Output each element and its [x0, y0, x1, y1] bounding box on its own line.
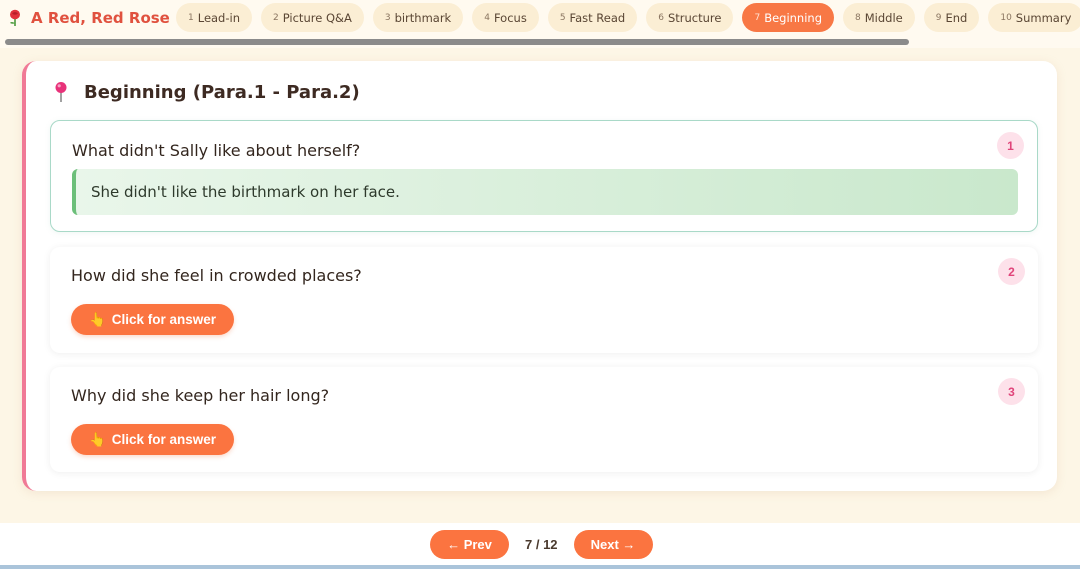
- section-tabs: 1 Lead-in 2 Picture Q&A 3 birthmark 4 Focus …: [176, 3, 1080, 32]
- tab-birthmark[interactable]: 3 birthmark: [372, 3, 464, 32]
- app-title: A Red, Red Rose: [31, 9, 170, 27]
- question-card-3: Why did she keep her hair long? 3 👆 Clic…: [50, 367, 1038, 472]
- answer-box: She didn't like the birthmark on her fac…: [72, 169, 1018, 215]
- question-number-badge: 2: [998, 258, 1025, 285]
- question-card-2: How did she feel in crowded places? 2 👆 …: [50, 247, 1038, 353]
- tab-fast-read[interactable]: 5 Fast Read: [547, 3, 638, 32]
- pager: ← Prev 7 / 12 Next →: [430, 530, 653, 559]
- tab-lead-in[interactable]: 1 Lead-in: [176, 3, 252, 32]
- footer-bar: ← Prev 7 / 12 Next →: [0, 523, 1080, 569]
- page-counter: 7 / 12: [525, 537, 558, 552]
- next-button[interactable]: Next →: [573, 530, 653, 559]
- tab-end[interactable]: 9 End: [923, 3, 980, 32]
- button-label: Click for answer: [111, 312, 217, 327]
- section-heading: Beginning (Para.1 - Para.2): [54, 81, 360, 103]
- section-title: Beginning (Para.1 - Para.2): [84, 81, 360, 103]
- tab-summary[interactable]: 10 Summary: [988, 3, 1080, 32]
- tab-middle[interactable]: 8 Middle: [843, 3, 915, 32]
- rose-icon: [10, 9, 20, 26]
- click-for-answer-button[interactable]: 👆 Click for answer: [71, 424, 234, 455]
- tab-picture-qa[interactable]: 2 Picture Q&A: [261, 3, 364, 32]
- pointing-hand-icon: 👆: [88, 311, 106, 327]
- click-for-answer-button[interactable]: 👆 Click for answer: [71, 304, 234, 335]
- top-nav: A Red, Red Rose 1 Lead-in 2 Picture Q&A 3b…: [0, 0, 1080, 48]
- button-label: Click for answer: [111, 432, 217, 447]
- question-card-1: What didn't Sally like about herself? 1 …: [50, 120, 1038, 232]
- question-number-badge: 3: [998, 378, 1025, 405]
- tab-beginning[interactable]: 7 Beginning: [742, 3, 835, 32]
- question-text: What didn't Sally like about herself?: [72, 141, 361, 160]
- question-text: How did she feel in crowded places?: [71, 266, 362, 285]
- tab-focus[interactable]: 4 Focus: [472, 3, 539, 32]
- prev-button[interactable]: ← Prev: [430, 530, 509, 559]
- tabs-scrollbar[interactable]: [5, 39, 909, 45]
- pointing-hand-icon: 👆: [88, 431, 106, 447]
- pushpin-icon: [55, 82, 67, 102]
- brand: A Red, Red Rose: [8, 6, 170, 30]
- tab-structure[interactable]: 6 Structure: [646, 3, 734, 32]
- question-number-badge: 1: [997, 132, 1024, 159]
- content-card: Beginning (Para.1 - Para.2) What didn't …: [22, 61, 1057, 491]
- question-text: Why did she keep her hair long?: [71, 386, 330, 405]
